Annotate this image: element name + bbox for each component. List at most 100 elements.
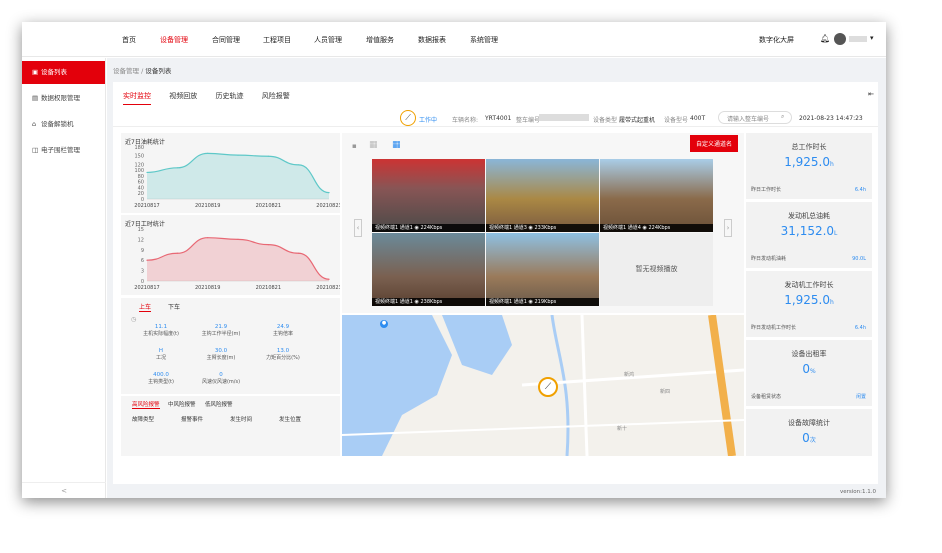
bigscreen-link[interactable]: 数字化大屏 (759, 35, 794, 45)
alarm-tab-mid[interactable]: 中风险报警 (168, 400, 196, 408)
nav-personnel[interactable]: 人员管理 (314, 35, 342, 45)
gauge-item: 0 风速仪风速(m/s) (191, 372, 251, 385)
video-label-3: 视频终端1 通道4 ◉ 224Kbps (600, 224, 713, 232)
ytick-label: 20 (138, 191, 144, 197)
device-panel: 实时监控 视频回放 历史轨迹 风险报警 ⇤ ⟋ 工作中 车辆名称: YRT400… (113, 82, 878, 484)
gauge-label: 主臂长度(m) (206, 355, 236, 361)
avatar[interactable] (834, 33, 846, 45)
alarm-tab-low[interactable]: 低风险报警 (205, 400, 233, 408)
gauge-label: 力矩百分比(%) (266, 355, 300, 361)
search-icon[interactable]: ⌕ (781, 113, 784, 121)
data-point (328, 278, 330, 280)
xtick-label: 20210819 (195, 285, 220, 291)
map[interactable]: ● ⟋ 新鸿 新四 新十 (342, 315, 744, 456)
video-tile-5[interactable]: 视频终端1 通道1 ◉ 219Kbps (486, 233, 599, 306)
video-tile-2[interactable]: 视频终端1 通道3 ◉ 233Kbps (486, 159, 599, 232)
alarm-col-time: 发生时间 (230, 417, 253, 423)
xtick-label: 20210819 (195, 203, 220, 209)
code-masked (539, 114, 589, 121)
sidebar-item-permissions[interactable]: ▤ 数据权限管理 (22, 87, 105, 110)
prev-arrow[interactable]: ‹ (354, 219, 362, 237)
tab-realtime[interactable]: 实时监控 (123, 91, 151, 105)
layout-1-icon[interactable]: ▪ (352, 142, 357, 150)
gauge-tab-lower[interactable]: 下车 (168, 302, 180, 311)
fence-icon: ◫ (32, 146, 39, 154)
gauge-label: 主钩倍率 (272, 331, 293, 337)
location-icon[interactable]: ● (380, 320, 388, 328)
chevron-down-icon[interactable]: ▾ (870, 34, 874, 42)
no-video-tile: 暂无视频播放 (600, 233, 713, 306)
sidebar-item-device-list[interactable]: ▣ 设备列表 (22, 61, 105, 84)
bell-icon[interactable]: 🔔︎ (820, 34, 830, 43)
nav-contract[interactable]: 合同管理 (212, 35, 240, 45)
nav-system[interactable]: 系统管理 (470, 35, 498, 45)
hours-chart-card: 近7日工时统计 0 3 6 9 12 15 20210817 20210819 20210821… (121, 215, 342, 295)
ytick-label: 60 (138, 180, 144, 186)
video-tile-4[interactable]: 视频终端1 通道1 ◉ 238Kbps (372, 233, 485, 306)
video-tile-1[interactable]: 视频终端1 通道1 ◉ 224Kbps (372, 159, 485, 232)
next-arrow[interactable]: › (724, 219, 732, 237)
tab-playback[interactable]: 视频回放 (169, 91, 197, 104)
gauge-label: 主机实际幅度(t) (143, 331, 179, 337)
gauge-tab-upper[interactable]: 上车 (139, 302, 152, 312)
expand-icon[interactable]: ⇤ (868, 90, 874, 98)
layout-4-icon[interactable]: ▦ (369, 140, 378, 150)
stat-rental-rate: 设备出租率 0% 设备租赁状态 闲置 (746, 340, 872, 406)
custom-channel-button[interactable]: 自定义通道名 (689, 135, 738, 152)
data-point (328, 192, 330, 194)
xtick-label: 20210823 (316, 285, 340, 291)
ytick-label: 100 (134, 168, 144, 174)
xtick-label: 20210821 (256, 203, 281, 209)
version-label: version:1.1.0 (840, 489, 876, 495)
status-badge: 工作中 (419, 117, 438, 124)
gauge-label: 风速仪风速(m/s) (201, 379, 241, 385)
ytick-label: 3 (141, 269, 144, 275)
nav-home[interactable]: 首页 (122, 35, 136, 45)
map-label-3: 新十 (617, 426, 628, 432)
sidebar-item-fence[interactable]: ◫ 电子围栏管理 (22, 139, 105, 162)
vehicle-name: YRT4001 (485, 115, 512, 122)
series-area (147, 237, 329, 281)
data-point (146, 171, 148, 174)
ytick-label: 150 (134, 154, 144, 160)
tabs: 实时监控 视频回放 历史轨迹 风险报警 (123, 91, 306, 105)
nav-project[interactable]: 工程项目 (263, 35, 291, 45)
nav-device[interactable]: 设备管理 (160, 35, 188, 45)
data-point (267, 155, 269, 157)
video-panel: ▪ ▦ ▦ 自定义通道名 ‹ › 视频终端1 通道1 ◉ 224Kbps 视频终… (342, 133, 744, 313)
gauge-item: 30.0 主臂长度(m) (191, 348, 251, 361)
data-point (298, 164, 300, 166)
username-masked[interactable] (849, 36, 867, 42)
stat-fuel: 发动机总油耗 31,152.0L 昨日发动机油耗 90.0L (746, 202, 872, 268)
crane-icon: ⟋ (400, 110, 416, 126)
gauge-item: H 工况 (131, 348, 191, 361)
fuel-chart-card: 近7日油耗统计 0 20 40 60 80 100 120 150 180 20210817 202… (121, 133, 342, 213)
stat-engine-hours: 发动机工作时长 1,925.0h 昨日发动机工作时长 6.4h (746, 271, 872, 337)
data-point (176, 252, 178, 254)
data-point (267, 244, 269, 246)
model-value: 400T (690, 115, 706, 122)
alarm-tab-high[interactable]: 高风险报警 (132, 400, 160, 409)
video-label-4: 视频终端1 通道1 ◉ 238Kbps (372, 298, 485, 306)
nav-report[interactable]: 数据报表 (418, 35, 446, 45)
app-window: 首页 设备管理 合同管理 工程项目 人员管理 增值服务 数据报表 系统管理 数字… (22, 22, 886, 498)
top-nav: 首页 设备管理 合同管理 工程项目 人员管理 增值服务 数据报表 系统管理 数字… (22, 22, 886, 57)
sidebar: ▣ 设备列表 ▤ 数据权限管理 ⌂ 设备解锁机 ◫ 电子围栏管理 < (22, 58, 106, 498)
data-point (237, 154, 239, 156)
list-icon: ▣ (32, 68, 39, 76)
data-point (146, 259, 148, 261)
nav-value[interactable]: 增值服务 (366, 35, 394, 45)
video-tile-3[interactable]: 视频终端1 通道4 ◉ 224Kbps (600, 159, 713, 232)
layout-9-icon[interactable]: ▦ (392, 140, 401, 150)
datetime: 2021-08-23 14:47:23 (799, 115, 863, 122)
stat-total-hours: 总工作时长 1,925.0h 昨日工作时长 6.4h (746, 133, 872, 199)
gauge-label: 主钩工作半径(m) (201, 331, 241, 337)
sidebar-item-unlock[interactable]: ⌂ 设备解锁机 (22, 113, 105, 136)
alarm-card: 高风险报警 中风险报警 低风险报警 故障类型 报警事件 发生时间 发生位置 (121, 396, 340, 456)
main-content: 设备管理 / 设备列表 实时监控 视频回放 历史轨迹 风险报警 ⇤ ⟋ 工作中 … (107, 58, 886, 498)
crane-marker-icon[interactable]: ⟋ (538, 377, 558, 397)
fuel-chart-title: 近7日油耗统计 (125, 139, 165, 146)
tab-history[interactable]: 历史轨迹 (215, 91, 243, 104)
tab-risk[interactable]: 风险报警 (262, 91, 290, 104)
sidebar-collapse-button[interactable]: < (22, 482, 106, 498)
